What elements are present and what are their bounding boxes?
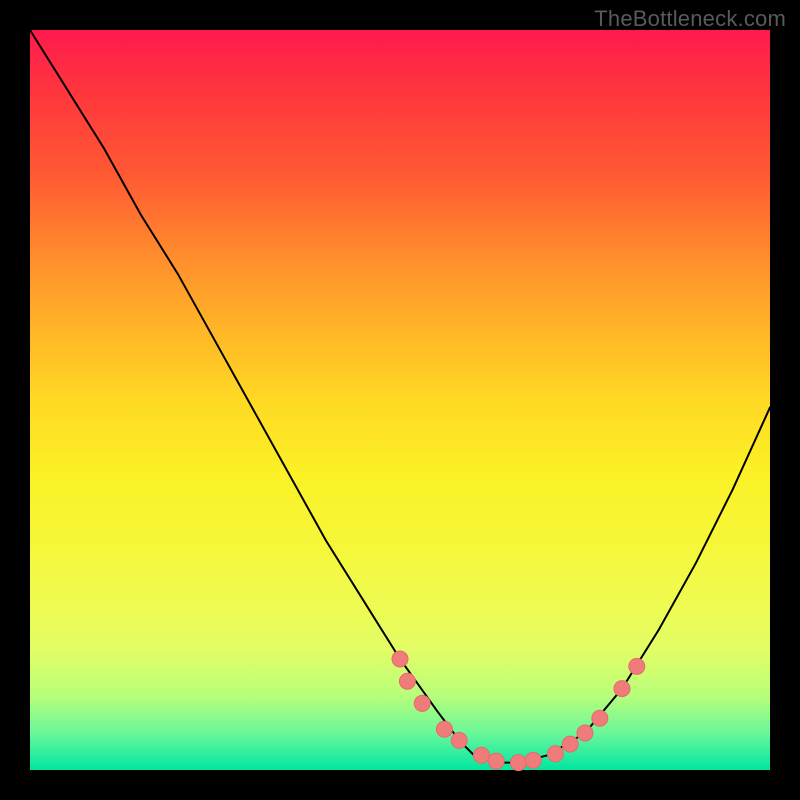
curve-marker	[525, 752, 541, 768]
bottleneck-curve-svg	[30, 30, 770, 770]
curve-marker	[577, 725, 593, 741]
curve-marker	[473, 747, 489, 763]
curve-marker	[547, 746, 563, 762]
curve-marker	[562, 736, 578, 752]
curve-marker	[629, 658, 645, 674]
curve-marker	[614, 681, 630, 697]
curve-marker	[488, 753, 504, 769]
curve-marker	[414, 695, 430, 711]
curve-marker	[451, 732, 467, 748]
watermark-text: TheBottleneck.com	[594, 6, 786, 32]
curve-marker	[592, 710, 608, 726]
curve-marker	[399, 673, 415, 689]
curve-markers	[392, 651, 645, 771]
curve-marker	[436, 721, 452, 737]
curve-marker	[392, 651, 408, 667]
curve-marker	[510, 755, 526, 771]
